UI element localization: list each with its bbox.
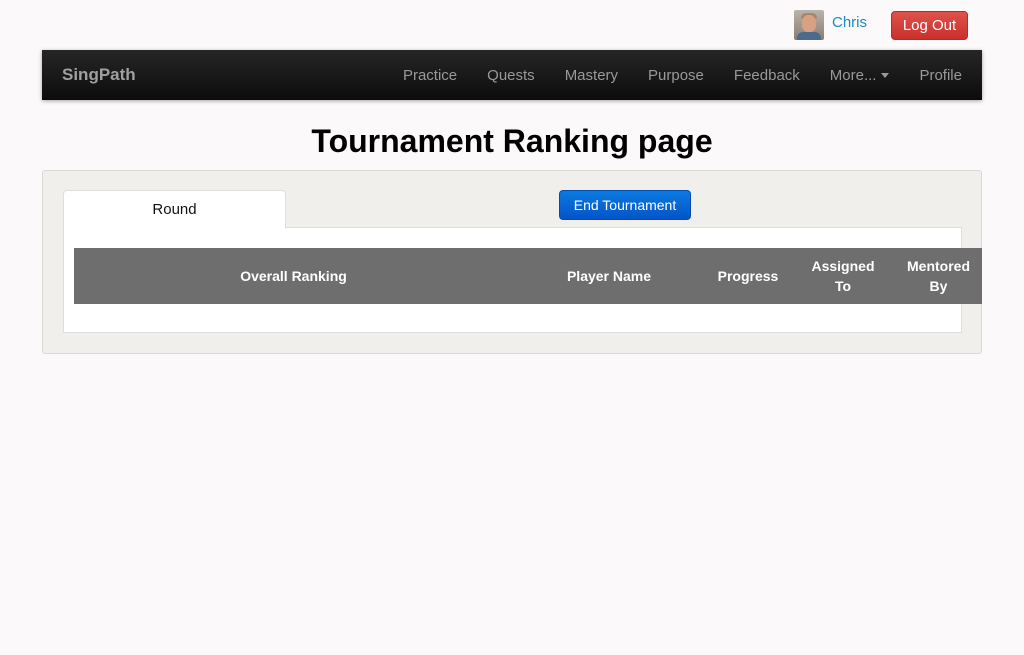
tournament-panel: Round End Tournament Overall Ranking Pla… bbox=[42, 170, 982, 354]
header-line: To bbox=[834, 278, 852, 294]
brand-logo[interactable]: SingPath bbox=[62, 65, 136, 85]
header-line: Mentored bbox=[907, 258, 970, 274]
header-line: Progress bbox=[717, 268, 779, 284]
nav-item-more-label: More... bbox=[829, 66, 877, 84]
column-header-progress[interactable]: Progress bbox=[705, 248, 791, 304]
nav-item-profile[interactable]: Profile bbox=[919, 67, 962, 84]
tab-content: Overall Ranking Player Name Progress Ass… bbox=[63, 227, 982, 333]
ranking-table: Overall Ranking Player Name Progress Ass… bbox=[74, 248, 982, 304]
header-line: Assigned bbox=[811, 258, 875, 274]
table-header-row: Overall Ranking Player Name Progress Ass… bbox=[74, 248, 982, 304]
nav-item-quests[interactable]: Quests bbox=[487, 67, 535, 84]
header-line: By bbox=[929, 278, 948, 294]
user-bar: Chris Log Out bbox=[0, 0, 1024, 50]
avatar-face bbox=[802, 15, 816, 32]
header-line: Overall Ranking bbox=[240, 268, 347, 284]
caret-down-icon bbox=[881, 73, 890, 79]
end-tournament-button[interactable]: End Tournament bbox=[559, 190, 691, 220]
avatar[interactable] bbox=[794, 10, 824, 40]
logout-button[interactable]: Log Out bbox=[891, 11, 968, 40]
column-header-overall-ranking[interactable]: Overall Ranking bbox=[74, 248, 513, 304]
column-header-mentored-by[interactable]: Mentored By bbox=[895, 248, 982, 304]
nav-item-mastery[interactable]: Mastery bbox=[565, 67, 618, 84]
nav-item-practice[interactable]: Practice bbox=[403, 67, 457, 84]
avatar-shirt bbox=[797, 32, 821, 40]
nav-item-more[interactable]: More... bbox=[830, 67, 890, 84]
column-header-assigned-to[interactable]: Assigned To bbox=[791, 248, 895, 304]
nav-item-purpose[interactable]: Purpose bbox=[648, 67, 704, 84]
nav-item-feedback[interactable]: Feedback bbox=[734, 67, 800, 84]
tab-round[interactable]: Round bbox=[63, 190, 286, 228]
main-navbar: SingPath Practice Quests Mastery Purpose… bbox=[42, 50, 982, 100]
username-link[interactable]: Chris bbox=[832, 14, 867, 31]
nav-menu: Practice Quests Mastery Purpose Feedback… bbox=[373, 50, 962, 100]
page-title: Tournament Ranking page bbox=[311, 123, 713, 159]
column-header-player-name[interactable]: Player Name bbox=[513, 248, 705, 304]
header-line: Player Name bbox=[566, 268, 652, 284]
